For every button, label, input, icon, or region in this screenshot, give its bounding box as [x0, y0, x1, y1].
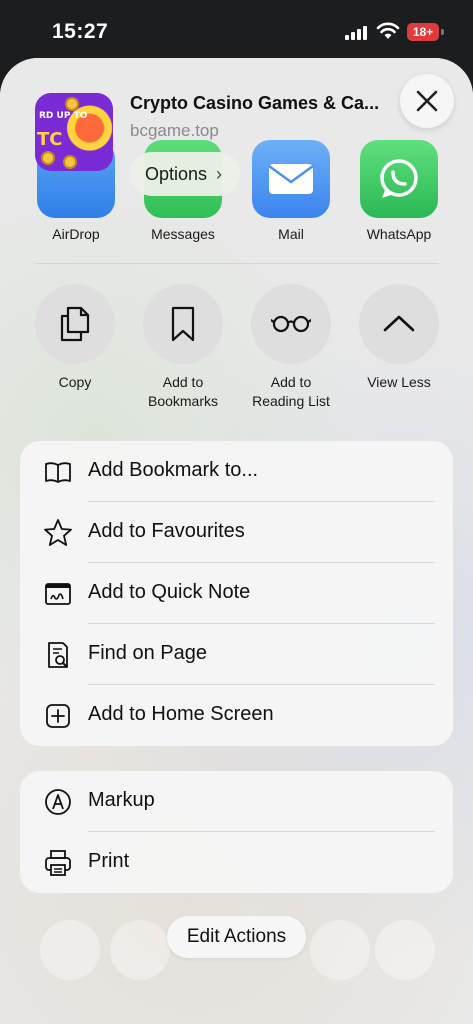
- menu-item-label: Add to Favourites: [88, 520, 245, 542]
- chevron-up-icon: [359, 284, 439, 364]
- menu-item-label: Add Bookmark to...: [88, 459, 259, 481]
- menu-item-add-to-home-screen[interactable]: Add to Home Screen: [20, 685, 453, 746]
- background-blur-shape: [310, 920, 370, 980]
- page-thumbnail: RD UP TO TC: [35, 93, 113, 171]
- action-label: View Less: [367, 374, 431, 390]
- glasses-icon: [251, 284, 331, 364]
- background-blur-shape: [375, 920, 435, 980]
- status-time: 15:27: [52, 20, 109, 43]
- thumbnail-text: RD UP TO: [39, 111, 88, 121]
- edit-actions-button[interactable]: Edit Actions: [167, 916, 306, 958]
- menu-item-find-on-page[interactable]: Find on Page: [20, 624, 453, 685]
- page-url: bcgame.top: [130, 121, 219, 140]
- star-icon: [44, 519, 72, 546]
- quick-actions-row: Copy Add to Bookmarks Add to Reading Lis…: [0, 284, 473, 414]
- find-page-icon: [48, 642, 68, 668]
- action-label: Add to Reading List: [252, 374, 330, 409]
- coin-graphic: [65, 97, 79, 111]
- action-add-bookmark[interactable]: Add to Bookmarks: [128, 284, 238, 411]
- divider: [35, 263, 439, 264]
- status-bar: 15:27 18+: [0, 0, 473, 62]
- background-blur-shape: [40, 920, 100, 980]
- markup-icon: [45, 789, 71, 815]
- action-view-less[interactable]: View Less: [344, 284, 454, 392]
- coin-graphic: [41, 151, 55, 165]
- actions-menu-primary: Add Bookmark to... Add to Favourites Add…: [20, 441, 453, 746]
- menu-item-add-bookmark-to[interactable]: Add Bookmark to...: [20, 441, 453, 502]
- background-blur-shape: [110, 920, 170, 980]
- cellular-signal-icon: [345, 25, 369, 40]
- quick-note-icon: [45, 583, 71, 605]
- wifi-icon: [376, 21, 400, 41]
- battery-icon: 18+: [407, 23, 439, 41]
- action-copy[interactable]: Copy: [20, 284, 130, 392]
- options-button[interactable]: Options ›: [130, 152, 240, 196]
- chevron-right-icon: ›: [216, 164, 222, 184]
- options-label: Options: [145, 164, 208, 184]
- close-button[interactable]: [400, 74, 454, 128]
- share-header: RD UP TO TC Crypto Casino Games & Ca... …: [0, 58, 473, 173]
- share-target-label: Mail: [278, 226, 304, 242]
- menu-item-add-to-quick-note[interactable]: Add to Quick Note: [20, 563, 453, 624]
- menu-item-label: Markup: [88, 789, 155, 811]
- menu-item-label: Add to Home Screen: [88, 703, 274, 725]
- menu-item-label: Find on Page: [88, 642, 207, 664]
- page-title: Crypto Casino Games & Ca...: [130, 93, 380, 113]
- action-label: Copy: [58, 374, 92, 390]
- share-target-label: AirDrop: [52, 226, 100, 242]
- thumbnail-text-big: TC: [37, 129, 63, 150]
- menu-item-markup[interactable]: Markup: [20, 771, 453, 832]
- menu-item-add-to-favourites[interactable]: Add to Favourites: [20, 502, 453, 563]
- copy-icon: [35, 284, 115, 364]
- share-target-label: Messages: [151, 226, 215, 242]
- action-label: Add to Bookmarks: [147, 374, 219, 409]
- add-square-icon: [46, 704, 70, 728]
- menu-item-label: Add to Quick Note: [88, 581, 251, 603]
- coin-graphic: [63, 155, 77, 169]
- close-icon: [416, 90, 438, 112]
- actions-menu-secondary: Markup Print: [20, 771, 453, 893]
- book-icon: [45, 462, 71, 483]
- printer-icon: [45, 850, 71, 876]
- battery-tip: [441, 29, 444, 35]
- bookmark-icon: [143, 284, 223, 364]
- share-target-label: WhatsApp: [366, 226, 432, 242]
- menu-item-print[interactable]: Print: [20, 832, 453, 893]
- share-sheet: AirDrop Messages Mail WhatsApp RD UP TO …: [0, 58, 473, 1024]
- action-reading-list[interactable]: Add to Reading List: [236, 284, 346, 411]
- menu-item-label: Print: [88, 850, 130, 872]
